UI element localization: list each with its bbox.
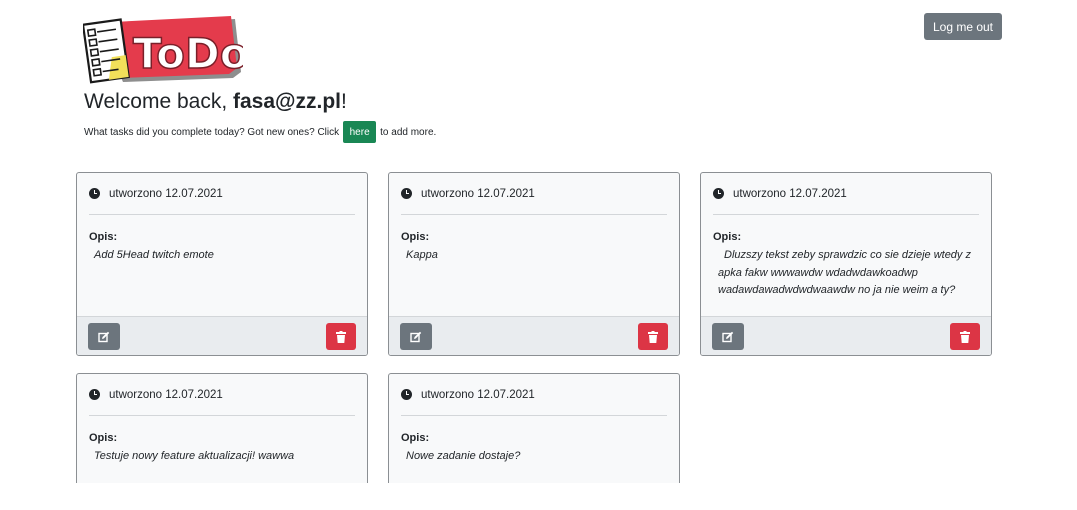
description-label: Opis:: [401, 432, 430, 444]
task-card-header: utworzono 12.07.2021: [401, 173, 667, 215]
clock-icon: [401, 188, 412, 199]
delete-task-button[interactable]: [950, 323, 980, 350]
logo-text: ToDo: [133, 29, 243, 78]
edit-icon: [722, 331, 734, 342]
description-label: Opis:: [401, 231, 430, 243]
user-email: fasa@zz.pl: [233, 90, 342, 113]
edit-task-button[interactable]: [88, 323, 120, 350]
delete-task-button[interactable]: [638, 323, 668, 350]
task-card-header: utworzono 12.07.2021: [401, 374, 667, 416]
task-card: utworzono 12.07.2021 Opis: Add 5Head twi…: [76, 172, 368, 356]
trash-icon: [960, 330, 970, 343]
task-description: Testuje nowy feature aktualizacji! wawwa: [94, 450, 295, 462]
description-label: Opis:: [713, 231, 742, 243]
add-task-here-button[interactable]: here: [343, 121, 377, 143]
task-created-date: utworzono 12.07.2021: [421, 388, 535, 401]
task-card-header: utworzono 12.07.2021: [713, 173, 979, 215]
task-created-date: utworzono 12.07.2021: [109, 388, 223, 401]
clock-icon: [89, 389, 100, 400]
trash-icon: [648, 330, 658, 343]
task-description: Add 5Head twitch emote: [94, 249, 214, 261]
edit-icon: [410, 331, 422, 342]
todo-logo: ToDo: [83, 16, 243, 84]
welcome-prefix: Welcome back,: [84, 90, 233, 113]
task-description: Nowe zadanie dostaje?: [406, 450, 521, 462]
welcome-heading: Welcome back, fasa@zz.pl!: [84, 90, 347, 114]
intro-before: What tasks did you complete today? Got n…: [84, 126, 340, 138]
task-created-date: utworzono 12.07.2021: [109, 187, 223, 200]
welcome-suffix: !: [341, 90, 347, 113]
logout-button[interactable]: Log me out: [924, 13, 1002, 40]
edit-task-button[interactable]: [400, 323, 432, 350]
edit-icon: [98, 331, 110, 342]
task-description: Dluzszy tekst zeby sprawdzic co sie dzie…: [718, 249, 971, 296]
task-description: Kappa: [406, 249, 438, 261]
task-card-footer: [389, 316, 679, 355]
description-label: Opis:: [89, 231, 118, 243]
task-created-date: utworzono 12.07.2021: [733, 187, 847, 200]
intro-after: to add more.: [380, 126, 437, 138]
clock-icon: [89, 188, 100, 199]
edit-task-button[interactable]: [712, 323, 744, 350]
task-card: utworzono 12.07.2021 Opis: Nowe zadanie …: [388, 373, 680, 483]
intro-text: What tasks did you complete today? Got n…: [84, 121, 436, 143]
task-created-date: utworzono 12.07.2021: [421, 187, 535, 200]
task-card: utworzono 12.07.2021 Opis: Testuje nowy …: [76, 373, 368, 483]
trash-icon: [336, 330, 346, 343]
task-card-header: utworzono 12.07.2021: [89, 173, 355, 215]
description-label: Opis:: [89, 432, 118, 444]
clock-icon: [713, 188, 724, 199]
task-card-footer: [77, 316, 367, 355]
task-card: utworzono 12.07.2021 Opis: Dluzszy tekst…: [700, 172, 992, 356]
clock-icon: [401, 389, 412, 400]
task-card: utworzono 12.07.2021 Opis: Kappa: [388, 172, 680, 356]
task-card-footer: [701, 316, 991, 355]
delete-task-button[interactable]: [326, 323, 356, 350]
task-card-header: utworzono 12.07.2021: [89, 374, 355, 416]
